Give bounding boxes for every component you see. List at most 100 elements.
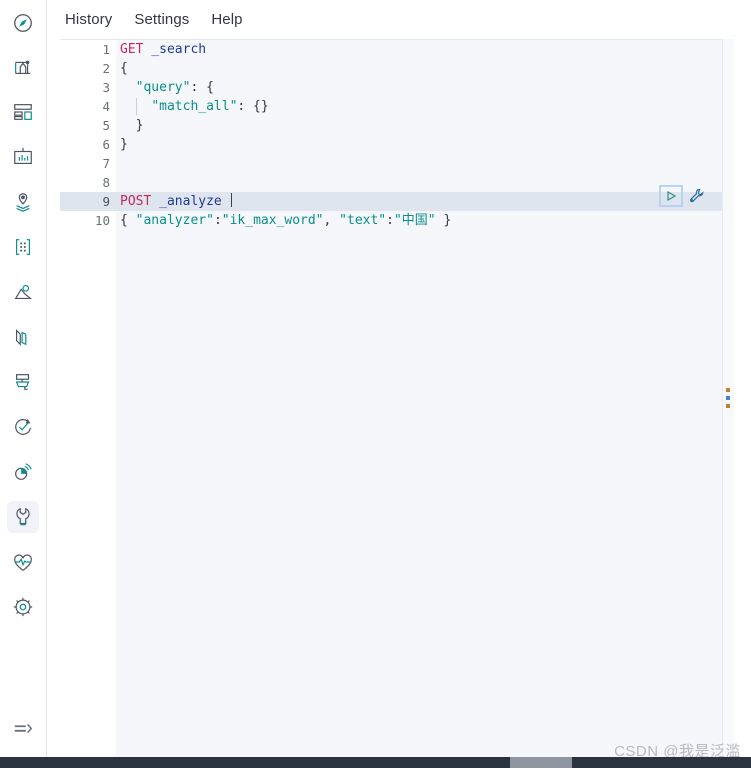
scrollbar-thumb[interactable] (510, 757, 572, 768)
code-token: : (386, 213, 394, 228)
gutter-line[interactable]: 10 (60, 211, 116, 230)
code-token: , (323, 213, 340, 228)
gutter-line[interactable]: 3 ▾ (60, 78, 122, 97)
code-token: } (120, 118, 144, 133)
code-token: } (120, 137, 128, 152)
json-value: "ik_max_word" (221, 213, 324, 228)
gutter-line[interactable]: 2 ▾ (60, 59, 122, 78)
line-number: 3 (102, 80, 110, 95)
line-number: 7 (102, 156, 110, 171)
line-number: 2 (102, 61, 110, 76)
line-number: 5 (102, 118, 110, 133)
code-line-10[interactable]: { "analyzer":"ik_max_word", "text":"中国" … (116, 211, 722, 230)
wrench-icon (12, 506, 34, 528)
rail-item-list (0, 44, 46, 629)
sidebar-item-logs[interactable] (0, 314, 46, 359)
grip-vertical-icon (726, 388, 730, 412)
gutter-line-active[interactable]: 9 (60, 192, 116, 211)
request-actions (659, 185, 707, 207)
menu-items: History Settings Help (65, 0, 243, 39)
json-key: "match_all" (151, 99, 238, 114)
collapse-rail-button[interactable] (0, 709, 46, 749)
logs-icon (12, 326, 34, 348)
menu-item-help[interactable]: Help (211, 12, 242, 27)
request-options-button[interactable] (687, 186, 707, 206)
console-top-menu: History Settings Help (47, 0, 751, 39)
sidebar-item-uptime[interactable] (0, 404, 46, 449)
code-token: : {} (237, 99, 269, 114)
sidebar-item-stack-monitoring[interactable] (0, 539, 46, 584)
send-request-button[interactable] (659, 185, 683, 207)
pane-resizer[interactable] (722, 39, 734, 757)
ml-icon (12, 281, 34, 303)
sidebar-item-dev-tools[interactable] (0, 494, 46, 539)
json-key: "text" (339, 213, 387, 228)
json-key: "analyzer" (135, 213, 214, 228)
horizontal-scrollbar[interactable] (0, 757, 751, 768)
sidebar-item-dashboard[interactable] (0, 89, 46, 134)
text-caret (230, 193, 232, 207)
gutter-line[interactable]: 8 (60, 173, 116, 192)
indent-guide (136, 98, 137, 115)
code-token: { (120, 61, 128, 76)
analytics-icon (12, 56, 34, 78)
sidebar-item-canvas[interactable] (0, 134, 46, 179)
line-number: 10 (94, 213, 110, 228)
json-key: "query" (135, 80, 191, 95)
line-number: 4 (102, 99, 110, 114)
gutter-line[interactable]: 6 ▴ (60, 135, 122, 154)
compass-icon (12, 12, 34, 34)
console-body: 1 2 ▾ 3 ▾ 4 5 ▴ (47, 39, 751, 757)
code-line-9[interactable]: POST _analyze (116, 192, 722, 211)
endpoint-path: _analyze (151, 194, 230, 209)
heartbeat-icon (12, 551, 34, 573)
code-line-8[interactable] (116, 173, 722, 192)
code-line-3[interactable]: "query": { (116, 78, 722, 97)
gutter-line[interactable]: 1 (60, 40, 116, 59)
editor-gutter: 1 2 ▾ 3 ▾ 4 5 ▴ (60, 40, 122, 757)
collapse-rail-icon (12, 718, 34, 740)
gear-icon (12, 596, 34, 618)
response-pane[interactable] (734, 39, 751, 757)
code-token: { (120, 213, 136, 228)
sidebar-item-analytics[interactable] (0, 44, 46, 89)
code-line-6[interactable]: } (116, 135, 722, 154)
code-line-1[interactable]: GET _search (116, 40, 722, 59)
code-line-2[interactable]: { (116, 59, 722, 78)
gutter-line[interactable]: 4 (60, 97, 116, 116)
sidebar-item-apm[interactable] (0, 449, 46, 494)
maps-icon (12, 191, 34, 213)
line-number: 9 (102, 194, 110, 209)
code-line-4[interactable]: "match_all": {} (116, 97, 722, 116)
json-value: "中国" (393, 213, 436, 228)
line-number: 1 (102, 42, 110, 57)
menu-item-history[interactable]: History (65, 12, 112, 27)
console-app: History Settings Help 1 2 ▾ 3 ▾ (0, 0, 751, 768)
endpoint-path: _search (143, 42, 207, 57)
code-area[interactable]: GET _search { "query": { "match_all": {}… (116, 40, 722, 757)
code-line-7[interactable] (116, 154, 722, 173)
sidebar-item-metrics[interactable] (0, 359, 46, 404)
wrench-icon (689, 188, 705, 204)
request-editor-pane[interactable]: 1 2 ▾ 3 ▾ 4 5 ▴ (60, 39, 722, 757)
http-method: POST (120, 194, 152, 209)
sidebar-item-machine-learning[interactable] (0, 269, 46, 314)
code-line-5[interactable]: } (116, 116, 722, 135)
elastic-logo-button[interactable] (0, 4, 46, 42)
code-token: : (213, 213, 222, 228)
primary-navigation-rail (0, 0, 47, 757)
line-number: 6 (102, 137, 110, 152)
metrics-icon (12, 371, 34, 393)
sidebar-item-management[interactable] (0, 584, 46, 629)
play-triangle-icon (665, 190, 677, 202)
apm-icon (12, 461, 34, 483)
http-method: GET (120, 42, 144, 57)
gutter-line[interactable]: 7 (60, 154, 116, 173)
sidebar-item-maps[interactable] (0, 179, 46, 224)
code-token: } (435, 213, 452, 228)
line-number: 8 (102, 175, 110, 190)
menu-item-settings[interactable]: Settings (134, 12, 189, 27)
gutter-line[interactable]: 5 ▴ (60, 116, 122, 135)
sidebar-item-graph[interactable] (0, 224, 46, 269)
code-token: : { (190, 80, 214, 95)
